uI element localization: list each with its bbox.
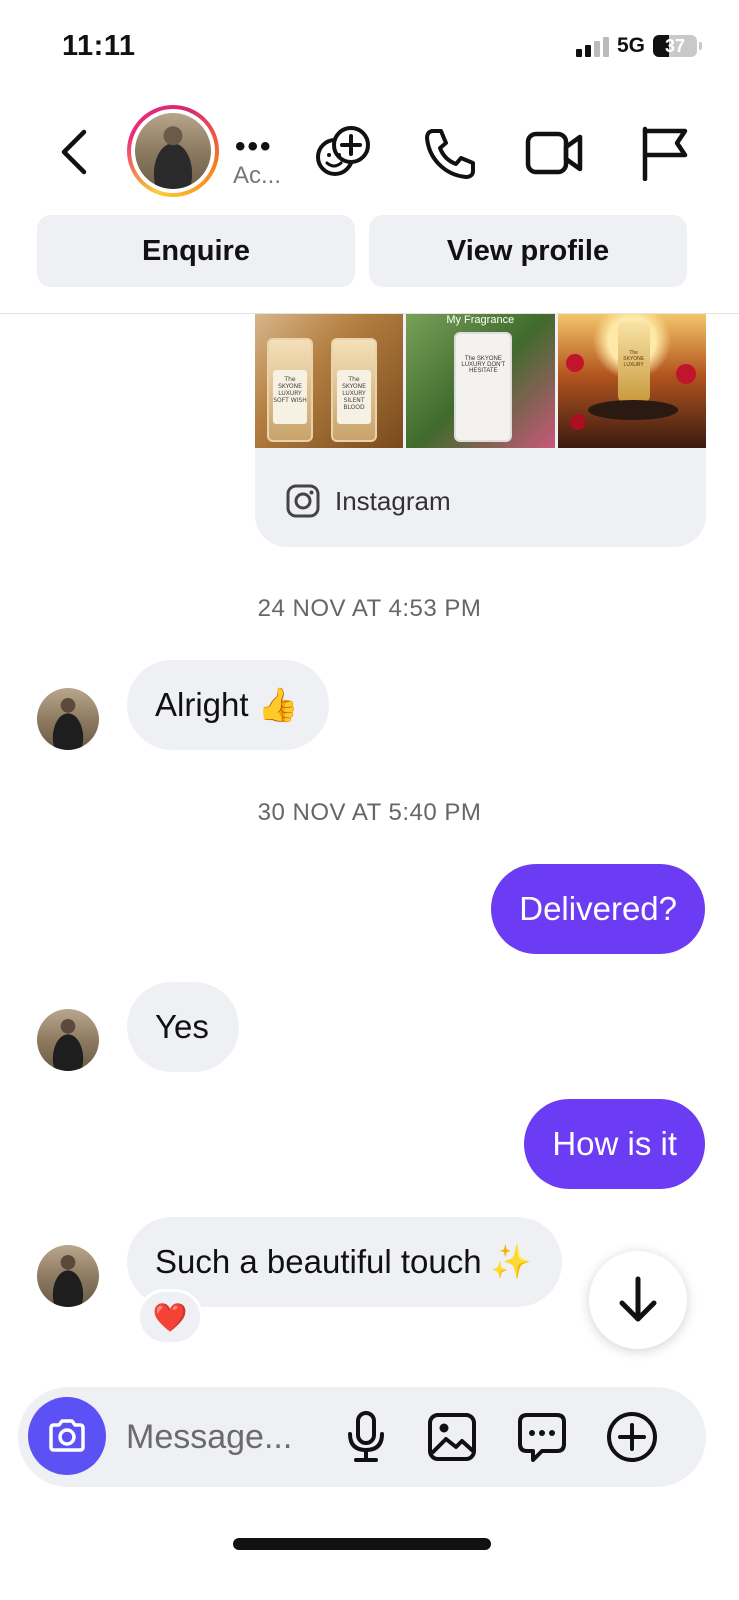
profile-actions: Enquire View profile bbox=[37, 215, 687, 287]
instagram-icon bbox=[286, 484, 320, 518]
sender-avatar[interactable] bbox=[37, 688, 99, 750]
message-bubble-icon bbox=[518, 1413, 566, 1462]
enquire-button[interactable]: Enquire bbox=[37, 215, 355, 287]
sender-avatar[interactable] bbox=[37, 1245, 99, 1307]
incoming-message[interactable]: Yes bbox=[127, 982, 239, 1072]
video-camera-icon bbox=[525, 131, 583, 175]
add-people-icon bbox=[316, 126, 370, 176]
gallery-button[interactable] bbox=[424, 1409, 480, 1465]
battery-icon: 37 bbox=[653, 35, 702, 57]
signal-icon bbox=[575, 35, 609, 57]
microphone-icon bbox=[348, 1411, 384, 1462]
post-image: My Fragrance The SKYONE LUXURY DON'T HES… bbox=[406, 314, 555, 448]
phone-icon bbox=[425, 129, 475, 179]
post-source-label: Instagram bbox=[335, 485, 451, 516]
status-time: 11:11 bbox=[62, 30, 136, 62]
battery-level: 37 bbox=[664, 35, 686, 56]
camera-button[interactable] bbox=[28, 1397, 106, 1475]
video-call-button[interactable] bbox=[524, 122, 586, 184]
network-type: 5G bbox=[616, 34, 645, 57]
outgoing-message[interactable]: How is it bbox=[524, 1099, 705, 1189]
status-bar: 11:11 5G 37 bbox=[0, 0, 739, 90]
back-chevron-icon bbox=[61, 129, 87, 175]
plus-circle-icon bbox=[607, 1412, 657, 1462]
home-indicator[interactable] bbox=[233, 1538, 491, 1550]
contact-name[interactable]: ••• bbox=[235, 130, 273, 164]
sender-avatar[interactable] bbox=[37, 1009, 99, 1071]
timestamp: 30 NOV AT 5:40 PM bbox=[257, 799, 482, 826]
message-composer bbox=[18, 1387, 706, 1487]
view-profile-button[interactable]: View profile bbox=[369, 215, 687, 287]
incoming-message[interactable]: Such a beautiful touch ✨ bbox=[127, 1217, 562, 1307]
message-input[interactable] bbox=[126, 1407, 326, 1467]
camera-icon bbox=[49, 1419, 85, 1452]
more-options-button[interactable] bbox=[604, 1409, 660, 1465]
post-image: The SKYONE LUXURY SOFT WISH The SKYONE L… bbox=[255, 314, 404, 448]
chat-header: ••• Ac... bbox=[0, 100, 739, 210]
image-icon bbox=[428, 1413, 476, 1461]
heart-reaction[interactable]: ❤️ bbox=[137, 1289, 203, 1345]
timestamp: 24 NOV AT 4:53 PM bbox=[257, 595, 482, 622]
contact-avatar[interactable] bbox=[127, 105, 219, 197]
avatar-image bbox=[135, 113, 211, 189]
voice-message-button[interactable] bbox=[338, 1409, 394, 1465]
call-button[interactable] bbox=[418, 122, 480, 184]
post-image: The SKYONE LUXURY bbox=[557, 314, 706, 448]
contact-status: Ac... bbox=[233, 162, 282, 189]
add-people-button[interactable] bbox=[312, 122, 374, 184]
flag-icon bbox=[642, 126, 688, 181]
shared-post-card[interactable]: The SKYONE LUXURY SOFT WISH The SKYONE L… bbox=[255, 314, 706, 547]
report-button[interactable] bbox=[632, 122, 694, 184]
arrow-down-icon bbox=[619, 1276, 657, 1322]
post-source: Instagram bbox=[285, 483, 451, 519]
back-button[interactable] bbox=[50, 122, 98, 182]
incoming-message[interactable]: Alright 👍 bbox=[127, 660, 329, 750]
status-indicators: 5G 37 bbox=[575, 34, 702, 58]
outgoing-message[interactable]: Delivered? bbox=[491, 864, 705, 954]
post-image-strip: The SKYONE LUXURY SOFT WISH The SKYONE L… bbox=[255, 314, 706, 448]
sticker-button[interactable] bbox=[514, 1409, 570, 1465]
scroll-to-bottom-button[interactable] bbox=[589, 1251, 687, 1349]
